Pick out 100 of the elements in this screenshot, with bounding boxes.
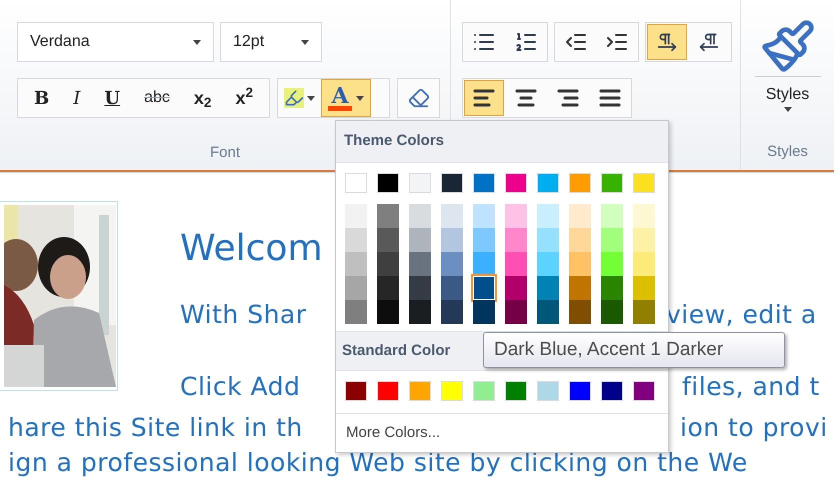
color-swatch[interactable] (441, 173, 463, 193)
color-swatch[interactable] (377, 276, 399, 300)
color-swatch[interactable] (345, 204, 367, 228)
caret-icon (356, 96, 364, 100)
caret-icon (193, 40, 201, 44)
format-button[interactable]: U (100, 84, 124, 112)
color-swatch[interactable] (505, 228, 527, 252)
color-swatch[interactable] (633, 300, 655, 324)
color-swatch[interactable] (377, 228, 399, 252)
format-button[interactable]: B (30, 84, 54, 112)
direction-button[interactable] (647, 24, 687, 60)
color-swatch[interactable] (409, 300, 431, 324)
color-swatch[interactable] (441, 276, 463, 300)
color-swatch[interactable] (633, 173, 655, 193)
clear-format-button[interactable] (397, 78, 440, 118)
format-button[interactable]: I (69, 84, 84, 112)
pilcrow-icon (657, 32, 677, 52)
group-label: Font (210, 142, 240, 162)
color-swatch[interactable] (569, 300, 591, 324)
color-swatch[interactable] (345, 381, 367, 401)
color-swatch[interactable] (473, 173, 495, 193)
color-swatch[interactable] (441, 204, 463, 228)
color-swatch[interactable] (537, 381, 559, 401)
color-swatch[interactable] (537, 204, 559, 228)
color-swatch[interactable] (633, 381, 655, 401)
color-swatch[interactable] (569, 276, 591, 300)
color-swatch[interactable] (505, 300, 527, 324)
body-text: ion to provi (680, 412, 828, 444)
color-swatch[interactable] (377, 173, 399, 193)
color-swatch[interactable] (569, 228, 591, 252)
color-swatch[interactable] (537, 228, 559, 252)
body-text: files, and t (682, 371, 820, 403)
color-swatch[interactable] (537, 300, 559, 324)
color-swatch[interactable] (473, 228, 495, 252)
page-heading: Welcom (180, 229, 323, 269)
color-swatch[interactable] (473, 381, 495, 401)
caret-icon (307, 96, 315, 100)
color-swatch[interactable] (505, 381, 527, 401)
color-swatch[interactable] (633, 252, 655, 276)
color-swatch[interactable] (505, 276, 527, 300)
color-swatch[interactable] (569, 252, 591, 276)
color-swatch[interactable] (537, 252, 559, 276)
color-swatch[interactable] (633, 276, 655, 300)
color-swatch[interactable] (409, 276, 431, 300)
color-swatch[interactable] (473, 300, 495, 324)
format-button[interactable]: x$^{2}$ (231, 84, 257, 112)
color-swatch[interactable] (345, 300, 367, 324)
font-color-button[interactable]: A (321, 79, 371, 117)
color-swatch[interactable] (601, 381, 623, 401)
color-swatch[interactable] (441, 381, 463, 401)
color-swatch[interactable] (409, 381, 431, 401)
color-swatch[interactable] (345, 252, 367, 276)
color-swatch[interactable] (441, 252, 463, 276)
color-swatch[interactable] (345, 173, 367, 193)
color-swatch[interactable] (409, 173, 431, 193)
body-text: With Shar (180, 299, 307, 331)
body-text: Click Add (180, 371, 300, 403)
color-swatch[interactable] (601, 204, 623, 228)
color-swatch[interactable] (473, 252, 495, 276)
color-swatch[interactable] (409, 204, 431, 228)
color-swatch[interactable] (377, 300, 399, 324)
color-swatch[interactable] (409, 252, 431, 276)
color-swatch[interactable] (441, 300, 463, 324)
color-swatch[interactable] (601, 228, 623, 252)
color-swatch[interactable] (409, 228, 431, 252)
section-title: Standard Color (342, 340, 450, 361)
size-dropdown[interactable]: 12pt (220, 22, 322, 62)
more-colors-item[interactable]: More Colors... (346, 422, 440, 444)
color-swatch[interactable] (345, 276, 367, 300)
color-swatch[interactable] (537, 173, 559, 193)
group-label: Styles (767, 143, 808, 160)
section-title: Theme Colors (344, 131, 444, 152)
styles-button[interactable]: Styles (754, 18, 820, 112)
color-swatch[interactable] (569, 173, 591, 193)
color-swatch[interactable] (505, 204, 527, 228)
color-swatch[interactable] (377, 252, 399, 276)
color-swatch[interactable] (377, 381, 399, 401)
tooltip: Dark Blue, Accent 1 Darker (483, 332, 785, 368)
color-swatch[interactable] (633, 204, 655, 228)
align-button[interactable] (464, 80, 504, 116)
color-swatch[interactable] (601, 173, 623, 193)
color-swatch[interactable] (601, 252, 623, 276)
color-swatch[interactable] (505, 173, 527, 193)
color-swatch[interactable] (505, 252, 527, 276)
caret-icon (301, 40, 309, 44)
color-swatch[interactable] (345, 228, 367, 252)
pilcrow-icon (699, 32, 719, 52)
eraser-icon (408, 87, 430, 109)
font-dropdown[interactable]: Verdana (17, 22, 214, 62)
color-swatch[interactable] (569, 381, 591, 401)
color-swatch[interactable] (601, 300, 623, 324)
numbered-list-icon[interactable] (514, 30, 538, 54)
color-swatch[interactable] (473, 204, 495, 228)
color-swatch[interactable] (601, 276, 623, 300)
color-swatch[interactable] (569, 204, 591, 228)
color-swatch[interactable] (633, 228, 655, 252)
color-swatch[interactable] (441, 228, 463, 252)
color-swatch[interactable] (377, 204, 399, 228)
format-button[interactable]: x$_{2}$ (190, 84, 216, 112)
color-swatch[interactable] (537, 276, 559, 300)
